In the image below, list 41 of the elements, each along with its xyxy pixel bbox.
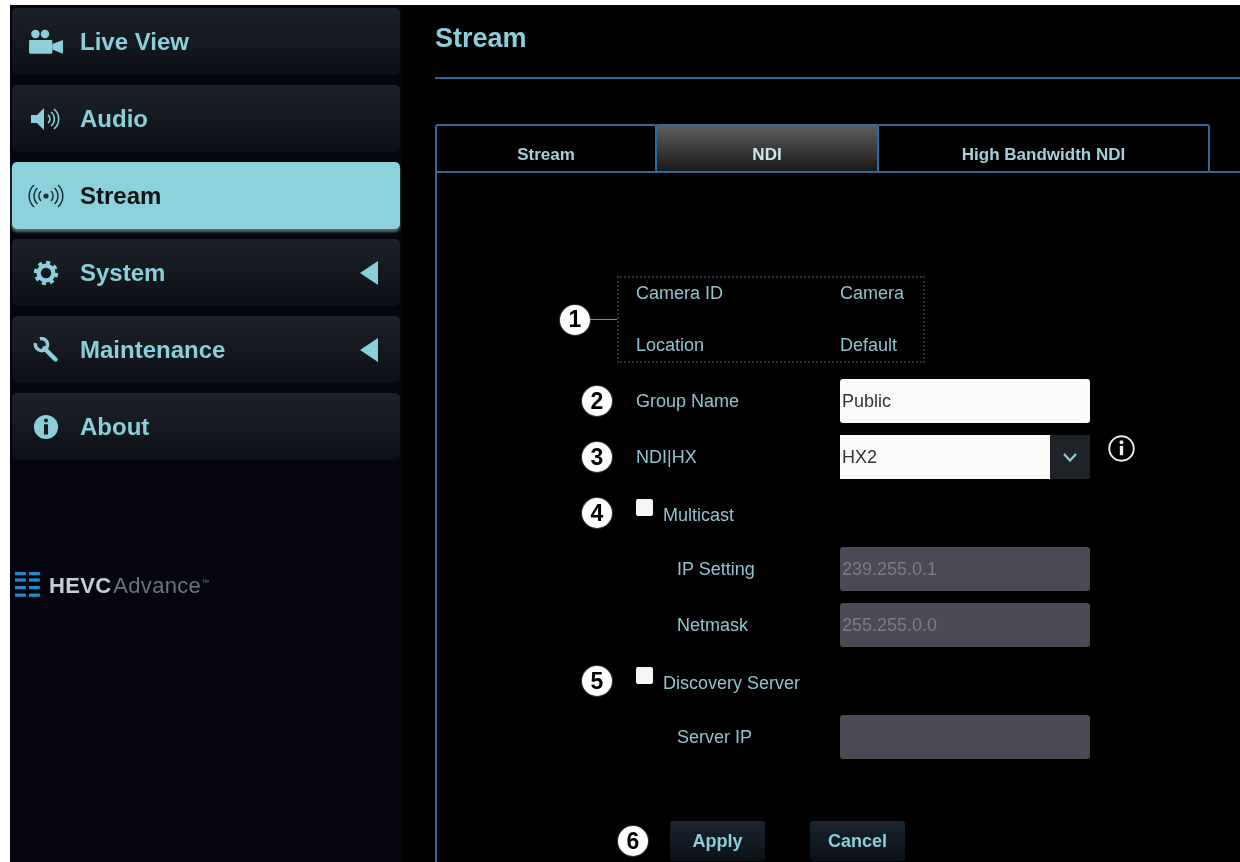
field-label: Server IP: [676, 726, 754, 748]
field-label: IP Setting: [676, 558, 756, 580]
broadcast-icon: [28, 182, 64, 209]
logo-icon: [15, 572, 41, 600]
form-button[interactable]: Apply: [670, 821, 765, 861]
dropdown[interactable]: HX2: [840, 435, 1090, 479]
callout-number: 1: [560, 304, 590, 335]
tab[interactable]: Stream: [435, 124, 657, 171]
field-label: NDI|HX: [636, 446, 698, 468]
sidebar-item[interactable]: Live View: [12, 8, 400, 75]
callout-number: 2: [582, 386, 612, 416]
dropdown-toggle[interactable]: [1050, 435, 1090, 479]
video-camera-icon: [28, 28, 64, 55]
field-value: Camera: [840, 283, 906, 304]
checkbox[interactable]: [636, 666, 653, 684]
callout-number: 5: [582, 666, 612, 696]
info-icon[interactable]: [1108, 435, 1135, 462]
chevron-down-icon: [1063, 452, 1077, 462]
checkbox-label: Discovery Server: [663, 672, 801, 694]
sidebar-item[interactable]: About: [12, 393, 400, 460]
field-label: Netmask: [676, 614, 749, 636]
page-title: Stream: [435, 22, 527, 54]
sidebar-item[interactable]: Maintenance: [12, 316, 400, 383]
tab[interactable]: NDI: [655, 124, 879, 171]
leader-line: [590, 319, 617, 320]
sidebar-item[interactable]: Audio: [12, 85, 400, 152]
sidebar-item[interactable]: Stream: [12, 162, 400, 229]
checkbox-label: Multicast: [663, 504, 734, 526]
checkbox[interactable]: [636, 498, 653, 516]
text-field[interactable]: Public: [840, 379, 1090, 423]
logo-wordmark: HEVCAdvance$^{™}$: [49, 573, 210, 599]
sidebar-item[interactable]: System: [12, 239, 400, 306]
callout-number: 4: [582, 498, 612, 528]
callout-number: 3: [582, 442, 612, 472]
field-label: Location: [636, 335, 706, 356]
callout-number: 6: [618, 826, 648, 856]
tab[interactable]: High Bandwidth NDI: [877, 124, 1210, 171]
field-label: Camera ID: [636, 283, 725, 304]
field-label: Group Name: [636, 390, 741, 412]
form-button[interactable]: Cancel: [810, 821, 905, 861]
field-value: Default: [840, 335, 899, 356]
